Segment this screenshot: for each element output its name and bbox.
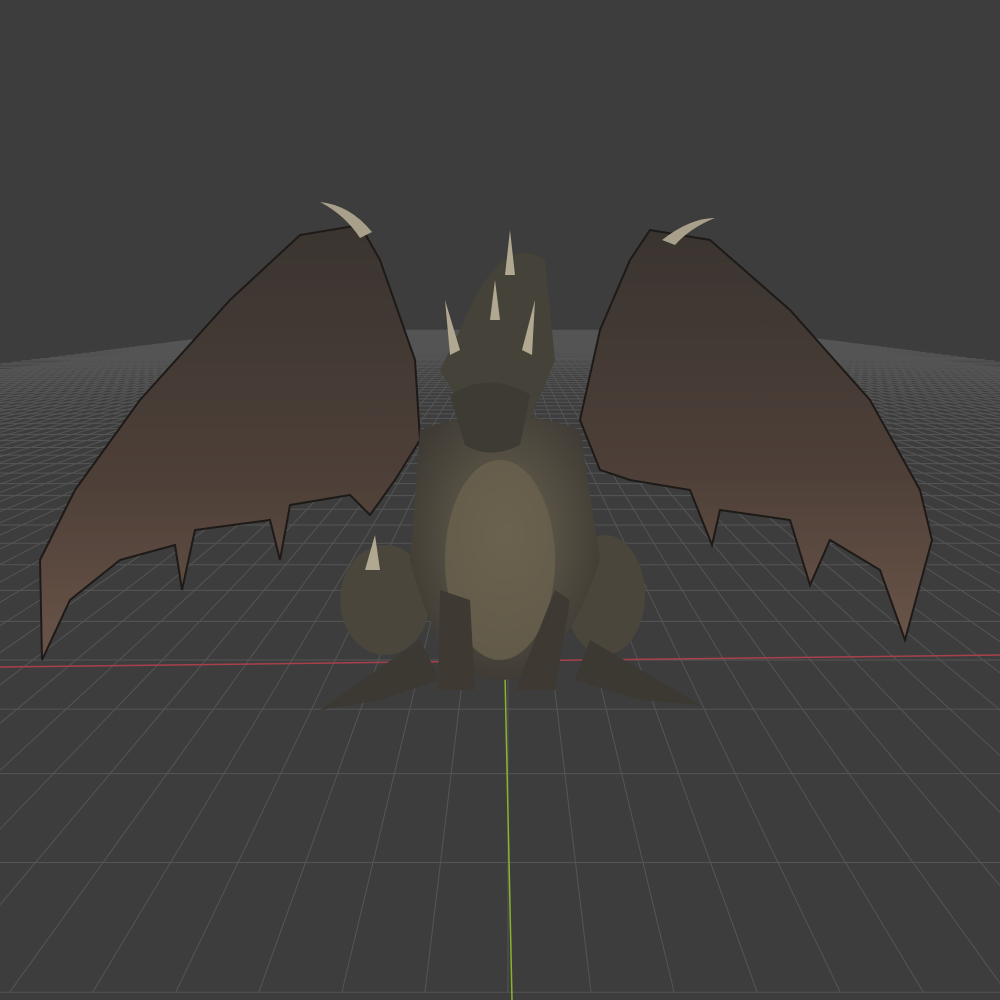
horn xyxy=(505,230,515,275)
left-arm xyxy=(438,590,475,690)
3d-viewport[interactable] xyxy=(0,0,1000,1000)
dragon-model[interactable] xyxy=(0,0,1000,1000)
right-foot xyxy=(575,640,700,705)
horn xyxy=(445,300,460,355)
